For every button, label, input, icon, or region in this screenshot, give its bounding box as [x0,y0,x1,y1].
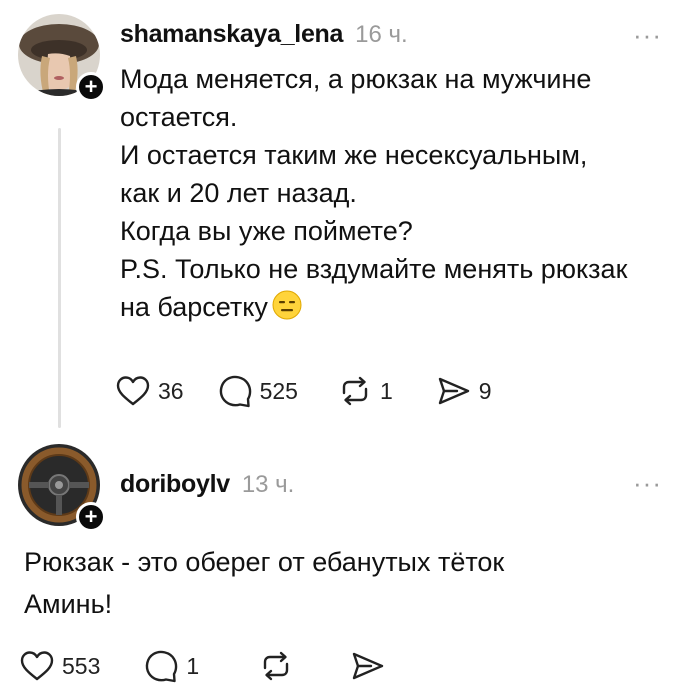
post-shamanskaya-lena: + shamanskaya_lena 16 ч. ··· Мода меняет… [0,0,700,430]
heart-icon [20,651,54,681]
like-count: 553 [62,652,101,679]
avatar-doriboylv[interactable]: + [18,444,106,532]
avatar-shamanskaya-lena[interactable]: + [18,14,106,102]
post-text-line: остается. [120,102,238,132]
share-button[interactable] [351,650,385,682]
timestamp: 13 ч. [241,471,295,498]
username[interactable]: doriboylv [120,470,230,499]
like-count: 36 [158,377,184,404]
send-icon [352,652,384,680]
post-text-line: Мода меняется, а рюкзак на мужчине [120,64,592,94]
repost-icon [342,376,368,406]
share-count: 9 [478,377,492,404]
follow-button[interactable]: + [76,72,106,102]
more-options-icon[interactable]: ··· [633,20,662,51]
timestamp: 16 ч. [355,21,408,48]
post-text-line: P.S. Только не вздумайте менять рюкзак [120,254,628,284]
share-button[interactable]: 9 [437,375,492,407]
follow-button[interactable]: + [76,502,106,532]
expressionless-face-icon [272,290,302,330]
post-actions: 36 525 1 9 [116,374,492,408]
post-text: Мода меняется, а рюкзак на мужчине остае… [120,60,627,330]
comment-bubble-icon [219,375,251,408]
post-text-line: Когда вы уже поймете? [120,216,413,246]
comment-button[interactable]: 525 [218,374,298,408]
post-text-line: И остается таким же несексуальным, [120,140,588,170]
comment-bubble-icon [146,650,178,683]
post-doriboylv: + doriboylv 13 ч. ··· Рюкзак - это обере… [0,430,700,698]
post-text-line: Рюкзак - это оберег от ебанутых тёток [24,547,505,577]
send-icon [438,377,469,405]
username[interactable]: shamanskaya_lena [120,20,343,49]
like-button[interactable]: 36 [116,375,184,407]
more-options-icon[interactable]: ··· [633,468,662,499]
repost-count: 1 [379,377,393,404]
post-text: Рюкзак - это оберег от ебанутых тёток Ам… [24,543,504,623]
post-header: doriboylv 13 ч. [120,470,294,499]
like-button[interactable]: 553 [20,650,100,682]
comment-count: 1 [186,652,200,679]
post-actions: 553 1 [20,649,385,683]
heart-icon [116,376,150,406]
repost-button[interactable] [259,650,293,682]
post-text-line: на барсетку [120,292,268,322]
thread-line [58,128,61,428]
repost-button[interactable]: 1 [338,375,393,407]
comment-button[interactable]: 1 [144,649,199,683]
comment-count: 525 [259,377,298,404]
post-text-line: Аминь! [24,589,113,619]
post-text-last-line: на барсетку [120,288,627,330]
post-header: shamanskaya_lena 16 ч. [120,20,408,49]
repost-icon [263,651,289,681]
post-text-line: как и 20 лет назад. [120,178,357,208]
